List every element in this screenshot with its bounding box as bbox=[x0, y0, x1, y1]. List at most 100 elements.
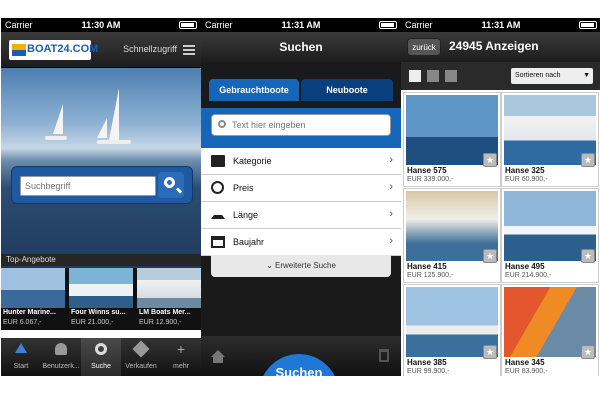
offer-image bbox=[137, 268, 201, 308]
clock: 11:30 AM bbox=[81, 20, 121, 30]
battery-icon bbox=[579, 21, 597, 29]
search-icon bbox=[218, 120, 226, 128]
filter-row-year[interactable]: Baujahr › bbox=[201, 229, 401, 256]
hull-shape bbox=[45, 136, 67, 140]
segmented-control: Gebrauchtboote Neuboote bbox=[201, 62, 401, 108]
offer-price: EUR 12.900,- bbox=[139, 319, 182, 326]
favorite-star-icon[interactable]: ★ bbox=[483, 249, 497, 263]
hull-shape bbox=[97, 140, 131, 144]
tab-search[interactable]: Suche bbox=[81, 338, 121, 376]
extended-search-label: Erweiterte Suche bbox=[275, 261, 336, 270]
chevron-down-icon: ▼ bbox=[583, 72, 590, 79]
home-icon[interactable] bbox=[211, 350, 225, 363]
search-box bbox=[11, 166, 193, 204]
search-button[interactable] bbox=[158, 172, 184, 198]
search-submit-button[interactable]: Suchen bbox=[259, 354, 339, 376]
listing-price: EUR 99.900,- bbox=[407, 368, 450, 375]
chevron-right-icon: › bbox=[389, 208, 393, 220]
search-icon bbox=[164, 177, 175, 188]
tab-more[interactable]: + mehr bbox=[161, 338, 201, 376]
favorite-star-icon[interactable]: ★ bbox=[581, 345, 595, 359]
search-screen: Carrier 11:31 AM Suchen Gebrauchtboote N… bbox=[201, 18, 401, 376]
tab-bar: Start Benutzerk... Suche Verkaufen + meh… bbox=[1, 338, 201, 376]
sailboat-icon bbox=[109, 88, 119, 140]
top-offers-heading: Top-Angebote bbox=[1, 254, 201, 266]
filter-row-category[interactable]: Kategorie › bbox=[201, 148, 401, 175]
grid-view-icon[interactable] bbox=[427, 70, 439, 82]
hero-image bbox=[1, 68, 201, 268]
listing-price: EUR 60.900,- bbox=[505, 176, 548, 183]
results-screen: Carrier 11:31 AM zurück 24945 Anzeigen S… bbox=[401, 18, 600, 376]
offer-price: EUR 6.067,- bbox=[3, 319, 42, 326]
search-icon bbox=[95, 343, 107, 355]
listing-card[interactable]: Hanse 325 EUR 60.900,- ★ bbox=[501, 92, 599, 187]
logo-text: BOAT24.COM bbox=[27, 43, 99, 55]
search-field[interactable] bbox=[211, 114, 391, 136]
tab-used-boats[interactable]: Gebrauchtboote bbox=[209, 79, 299, 101]
filter-list: Kategorie › Preis › Länge › Baujahr › bbox=[201, 148, 401, 256]
listing-name: Hanse 385 bbox=[407, 358, 447, 367]
plus-icon: + bbox=[176, 341, 186, 357]
offer-card[interactable]: Hunter Marine... EUR 6.067,- bbox=[1, 268, 65, 330]
home-icon bbox=[15, 343, 27, 353]
tab-label: Suche bbox=[91, 363, 111, 370]
offer-image bbox=[1, 268, 65, 308]
top-offers-strip: Hunter Marine... EUR 6.067,- Four Winns … bbox=[1, 268, 201, 330]
tab-new-boats[interactable]: Neuboote bbox=[301, 79, 393, 101]
listing-name: Hanse 325 bbox=[505, 166, 545, 175]
listing-price: EUR 214.900,- bbox=[505, 272, 552, 279]
dollar-icon bbox=[211, 181, 224, 194]
back-button[interactable]: zurück bbox=[407, 38, 441, 56]
trash-icon[interactable] bbox=[379, 349, 389, 362]
hamburger-menu-icon[interactable] bbox=[183, 45, 195, 55]
tab-label: Verkaufen bbox=[125, 363, 157, 370]
tab-label: mehr bbox=[173, 363, 189, 370]
offer-card[interactable]: LM Boats Mer... EUR 12.900,- bbox=[137, 268, 201, 330]
status-bar: Carrier 11:31 AM bbox=[401, 18, 600, 32]
listing-card[interactable]: Hanse 345 EUR 83.900,- ★ bbox=[501, 284, 599, 376]
filter-label: Preis bbox=[233, 183, 254, 193]
app-store-screenshots: Carrier 11:30 AM BOAT24.COM Schnellzugri… bbox=[0, 0, 600, 400]
listing-card[interactable]: Hanse 495 EUR 214.900,- ★ bbox=[501, 188, 599, 283]
sailboat-icon bbox=[97, 118, 107, 138]
filter-label: Baujahr bbox=[233, 237, 265, 247]
chevron-right-icon: › bbox=[389, 181, 393, 193]
search-input[interactable] bbox=[20, 176, 156, 196]
tab-start[interactable]: Start bbox=[1, 338, 41, 376]
listing-name: Hanse 415 bbox=[407, 262, 447, 271]
quick-access-link[interactable]: Schnellzugriff bbox=[123, 44, 177, 54]
view-toolbar: Sortieren nach ▼ bbox=[401, 62, 600, 90]
boat24-logo[interactable]: BOAT24.COM bbox=[9, 40, 98, 60]
list-view-icon[interactable] bbox=[409, 70, 421, 82]
offer-card[interactable]: Four Winns su... EUR 21.000,- bbox=[69, 268, 133, 330]
filter-label: Kategorie bbox=[233, 156, 272, 166]
search-input[interactable] bbox=[232, 118, 382, 132]
battery-icon bbox=[179, 21, 197, 29]
filter-row-length[interactable]: Länge › bbox=[201, 202, 401, 229]
listing-price: EUR 83.900,- bbox=[505, 368, 548, 375]
sort-dropdown[interactable]: Sortieren nach ▼ bbox=[511, 68, 593, 84]
favorite-star-icon[interactable]: ★ bbox=[483, 345, 497, 359]
sort-label: Sortieren nach bbox=[515, 72, 561, 79]
filter-row-price[interactable]: Preis › bbox=[201, 175, 401, 202]
extended-search-button[interactable]: ⌄ Erweiterte Suche bbox=[211, 255, 391, 277]
listing-card[interactable]: Hanse 575 EUR 339.000,- ★ bbox=[403, 92, 501, 187]
listing-card[interactable]: Hanse 415 EUR 125.900,- ★ bbox=[403, 188, 501, 283]
tab-account[interactable]: Benutzerk... bbox=[41, 338, 81, 376]
battery-icon bbox=[379, 21, 397, 29]
home-screen: Carrier 11:30 AM BOAT24.COM Schnellzugri… bbox=[1, 18, 201, 376]
tab-sell[interactable]: Verkaufen bbox=[121, 338, 161, 376]
favorite-star-icon[interactable]: ★ bbox=[581, 249, 595, 263]
sailboat-icon bbox=[53, 104, 63, 134]
listing-card[interactable]: Hanse 385 EUR 99.900,- ★ bbox=[403, 284, 501, 376]
chevron-right-icon: › bbox=[389, 154, 393, 166]
compact-view-icon[interactable] bbox=[445, 70, 457, 82]
favorite-star-icon[interactable]: ★ bbox=[483, 153, 497, 167]
listing-price: EUR 339.000,- bbox=[407, 176, 454, 183]
user-icon bbox=[55, 343, 67, 355]
listing-grid: Hanse 575 EUR 339.000,- ★ Hanse 325 EUR … bbox=[401, 90, 600, 376]
listing-name: Hanse 345 bbox=[505, 358, 545, 367]
filter-label: Länge bbox=[233, 210, 259, 220]
bottom-bar: Suchen bbox=[201, 336, 401, 376]
favorite-star-icon[interactable]: ★ bbox=[581, 153, 595, 167]
